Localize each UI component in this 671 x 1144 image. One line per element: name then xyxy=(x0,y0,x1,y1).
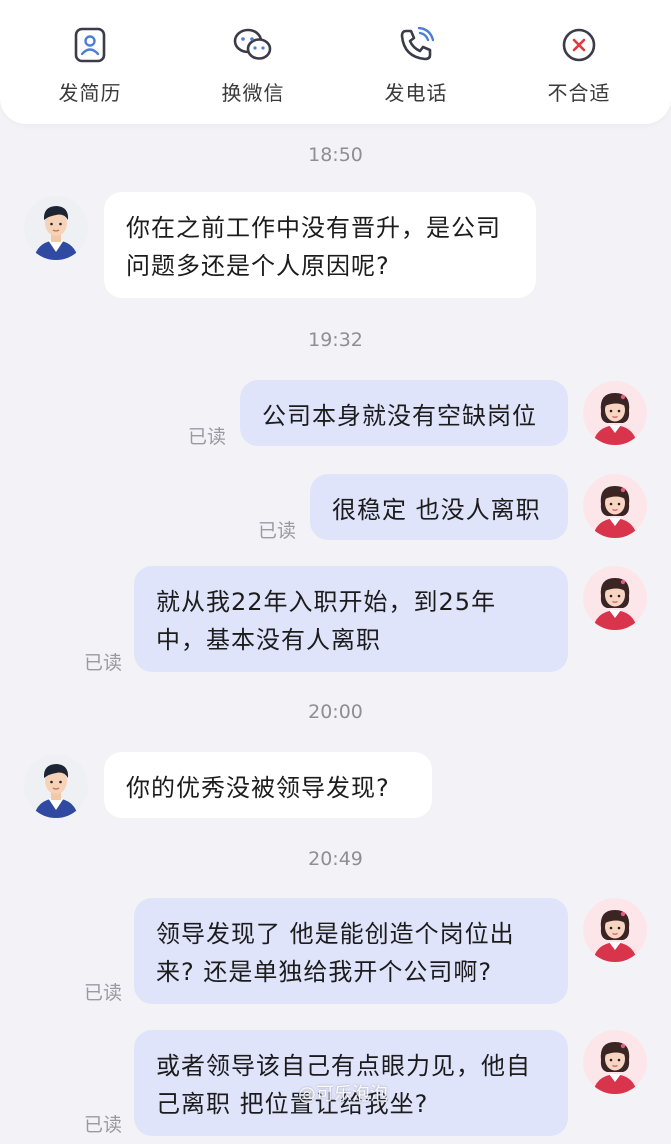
message-bubble[interactable]: 领导发现了 他是能创造个岗位出 来? 还是单独给我开个公司啊? xyxy=(134,898,568,1004)
female-avatar-icon xyxy=(593,1042,637,1094)
female-avatar-icon xyxy=(593,578,637,630)
timestamp: 20:49 xyxy=(308,848,363,870)
message-bubble[interactable]: 你在之前工作中没有晋升，是公司 问题多还是个人原因呢? xyxy=(104,192,536,298)
send-resume-button[interactable]: 发简历 xyxy=(30,26,150,106)
male-avatar-icon xyxy=(34,764,78,818)
recruiter-avatar[interactable] xyxy=(24,196,88,260)
female-avatar-icon xyxy=(593,910,637,962)
my-avatar[interactable] xyxy=(583,566,647,630)
timestamp: 20:00 xyxy=(308,701,363,723)
female-avatar-icon xyxy=(593,393,637,445)
male-avatar-icon xyxy=(34,206,78,260)
my-avatar[interactable] xyxy=(583,474,647,538)
recruiter-avatar[interactable] xyxy=(24,754,88,818)
send-phone-button[interactable]: 发电话 xyxy=(356,26,476,106)
send-resume-label: 发简历 xyxy=(58,81,122,105)
chat-action-toolbar: 发简历 换微信 发电话 不合适 xyxy=(0,0,671,124)
timestamp: 19:32 xyxy=(308,329,363,351)
my-avatar[interactable] xyxy=(583,381,647,445)
not-suitable-label: 不合适 xyxy=(547,81,611,105)
message-bubble[interactable]: 你的优秀没被领导发现? xyxy=(104,752,432,818)
watermark: @可乐泡泡 xyxy=(298,1084,388,1105)
message-bubble[interactable]: 公司本身就没有空缺岗位 xyxy=(240,380,568,446)
resume-icon xyxy=(70,26,110,63)
send-phone-label: 发电话 xyxy=(384,81,448,105)
timestamp: 18:50 xyxy=(308,144,363,166)
my-avatar[interactable] xyxy=(583,898,647,962)
exchange-wechat-label: 换微信 xyxy=(221,81,285,105)
read-status: 已读 xyxy=(84,982,123,1004)
my-avatar[interactable] xyxy=(583,1030,647,1094)
exchange-wechat-button[interactable]: 换微信 xyxy=(193,26,313,106)
message-bubble[interactable]: 很稳定 也没人离职 xyxy=(310,474,568,540)
read-status: 已读 xyxy=(258,520,297,542)
phone-icon xyxy=(396,26,436,63)
female-avatar-icon xyxy=(593,486,637,538)
wechat-icon xyxy=(233,26,273,63)
read-status: 已读 xyxy=(84,1114,123,1136)
read-status: 已读 xyxy=(188,426,227,448)
not-suitable-button[interactable]: 不合适 xyxy=(519,26,639,106)
read-status: 已读 xyxy=(84,652,123,674)
reject-icon xyxy=(559,26,599,63)
message-bubble[interactable]: 就从我22年入职开始，到25年 中，基本没有人离职 xyxy=(134,566,568,672)
